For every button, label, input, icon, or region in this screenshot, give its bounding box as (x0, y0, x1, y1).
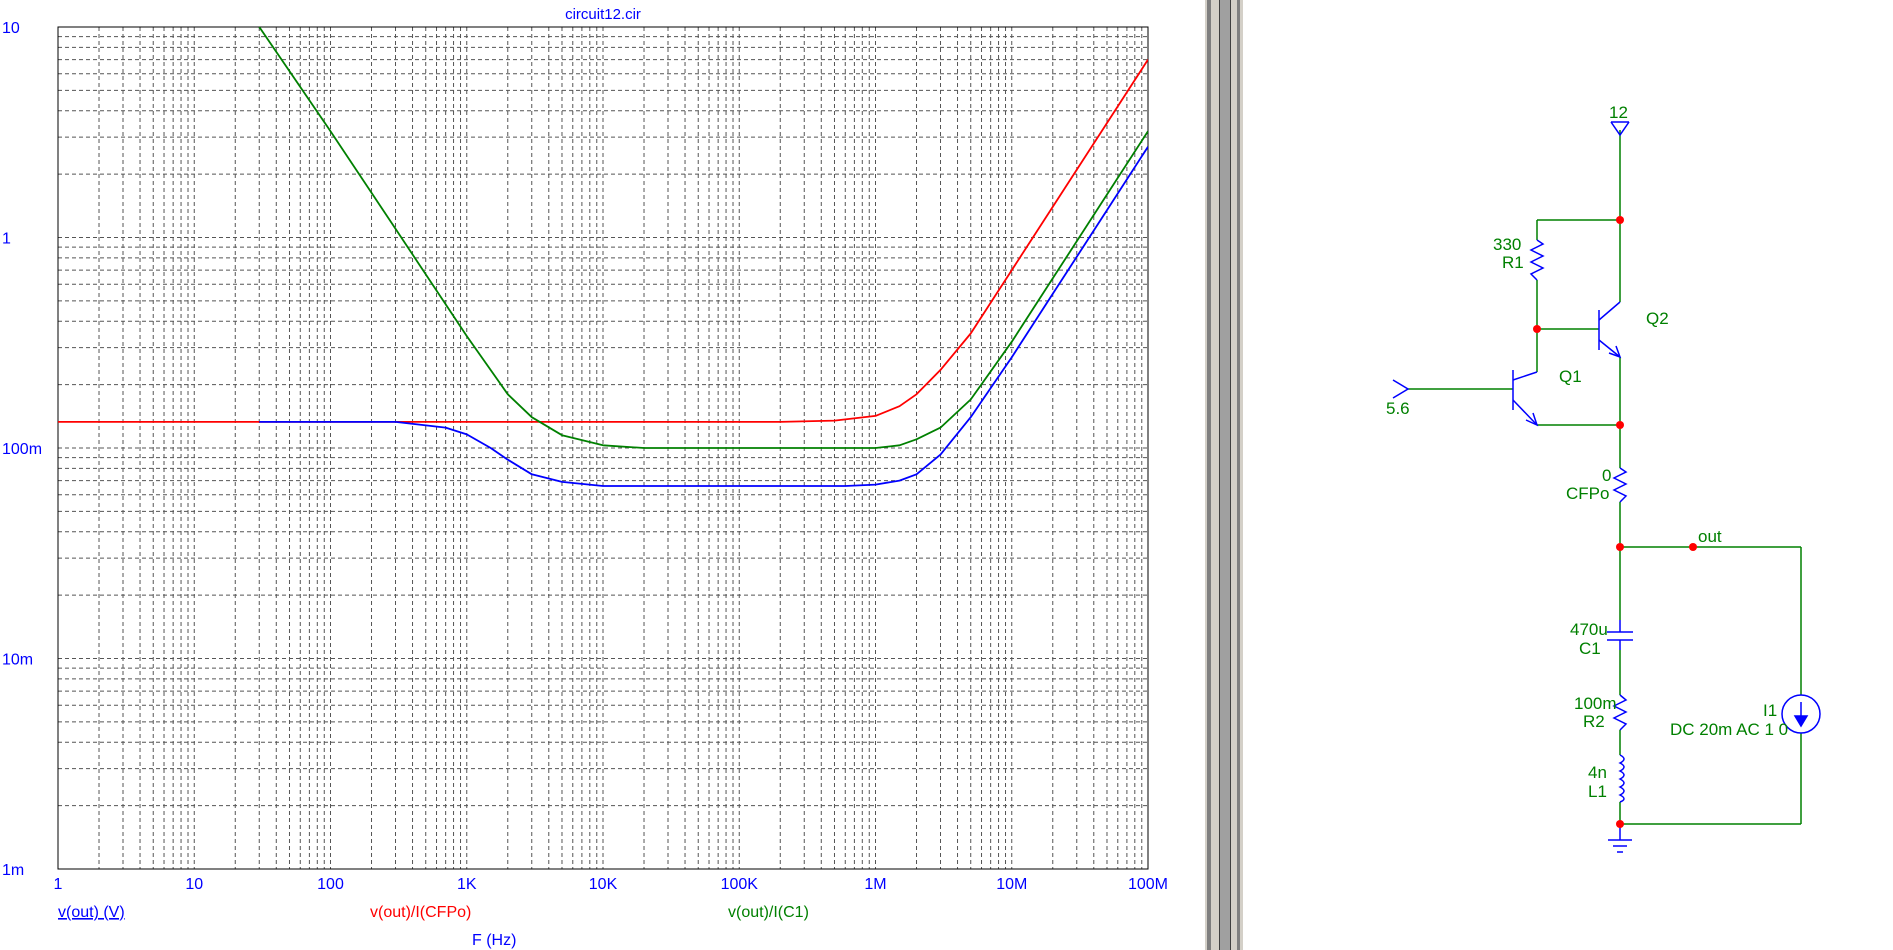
x-tick-label: 10 (185, 876, 203, 893)
series-line-blue (259, 146, 1148, 487)
grid-layer (58, 27, 1148, 869)
series-layer (58, 27, 1148, 487)
l1-name-label: L1 (1588, 782, 1607, 801)
x-tick-label: 100K (721, 876, 759, 893)
chart-title: circuit12.cir (565, 6, 641, 23)
resistor-r1-icon (1529, 239, 1545, 281)
x-axis-label: F (Hz) (472, 932, 516, 949)
splitter-edge-right (1237, 0, 1240, 950)
r1-value-label: 330 (1493, 235, 1521, 254)
inductor-l1-icon (1618, 754, 1625, 803)
i1-name-label: I1 (1763, 701, 1777, 720)
legend-series-blue[interactable]: v(out) (V) (58, 904, 125, 921)
c1-value-label: 470u (1570, 620, 1608, 639)
y-tick-label: 1 (2, 231, 11, 248)
c1-name-label: C1 (1579, 639, 1601, 658)
legend-series-green[interactable]: v(out)/I(C1) (728, 904, 809, 921)
cfpo-value-label: 0 (1602, 466, 1611, 485)
x-tick-label: 1M (864, 876, 886, 893)
pane-splitter[interactable] (1205, 0, 1243, 950)
supply-label: 12 (1609, 103, 1628, 122)
plot-chart[interactable]: 1 10 100 1K 10K 100K 1M 10M 100M 10 1 100m 10m 1m cir… (0, 0, 1205, 950)
y-tick-label: 100m (2, 441, 42, 458)
schematic-diagram[interactable]: 12 330 R1 Q2 Q1 5.6 0 CFPo out 470u C1 1… (1243, 0, 1893, 950)
x-tick-label: 1K (457, 876, 477, 893)
input-label: 5.6 (1386, 399, 1410, 418)
legend-series-red[interactable]: v(out)/I(CFPo) (370, 904, 471, 921)
r2-value-label: 100m (1574, 694, 1617, 713)
x-tick-label: 10K (589, 876, 618, 893)
ticks-layer: 1 10 100 1K 10K 100K 1M 10M 100M 10 1 100m 10m 1m (2, 20, 1168, 893)
r2-name-label: R2 (1583, 712, 1605, 731)
x-tick-label: 100 (317, 876, 344, 893)
y-tick-label: 1m (2, 862, 24, 879)
splitter-edge-left (1207, 0, 1211, 950)
x-tick-label: 100M (1128, 876, 1168, 893)
cfpo-name-label: CFPo (1566, 484, 1609, 503)
y-tick-label: 10 (2, 20, 20, 37)
out-net-label: out (1698, 527, 1722, 546)
q1-label: Q1 (1559, 367, 1582, 386)
schematic-pane[interactable]: 12 330 R1 Q2 Q1 5.6 0 CFPo out 470u C1 1… (1243, 0, 1893, 950)
i1-value-label: DC 20m AC 1 0 (1670, 720, 1788, 739)
input-arrow-icon (1392, 379, 1410, 399)
plot-pane[interactable]: 1 10 100 1K 10K 100K 1M 10M 100M 10 1 100m 10m 1m cir… (0, 0, 1205, 950)
x-tick-label: 10M (996, 876, 1027, 893)
x-tick-label: 1 (54, 876, 63, 893)
resistor-cfpo-icon (1612, 467, 1628, 503)
q2-label: Q2 (1646, 309, 1669, 328)
splitter-handle[interactable] (1219, 0, 1231, 950)
r1-name-label: R1 (1502, 253, 1524, 272)
l1-value-label: 4n (1588, 763, 1607, 782)
y-tick-label: 10m (2, 652, 33, 669)
